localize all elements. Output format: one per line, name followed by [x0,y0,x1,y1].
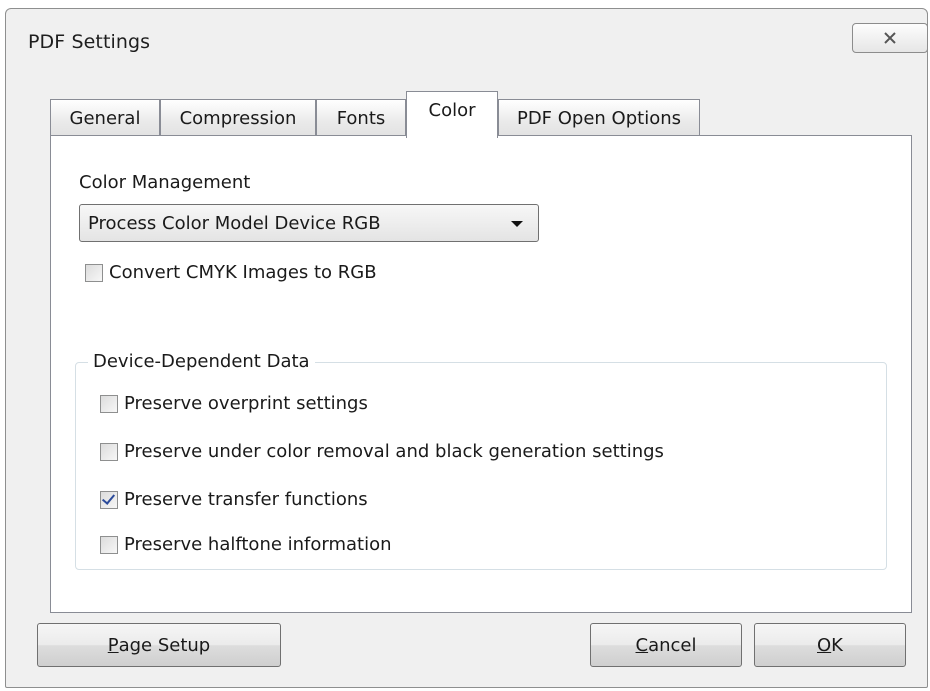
preserve-halftone-label: Preserve halftone information [124,534,392,555]
ok-mnemonic: O [817,634,832,656]
group-title: Device-Dependent Data [88,351,315,372]
preserve-halftone-option[interactable]: Preserve halftone information [100,534,392,555]
preserve-overprint-option[interactable]: Preserve overprint settings [100,393,368,414]
convert-cmyk-option[interactable]: Convert CMYK Images to RGB [85,262,377,283]
chevron-down-icon [511,221,523,227]
pdf-settings-dialog: PDF Settings General Compression Fonts C… [5,8,928,688]
dialog-title: PDF Settings [28,31,151,53]
color-management-select[interactable]: Process Color Model Device RGB [79,204,539,242]
page-setup-label: age Setup [118,634,211,656]
tab-general[interactable]: General [50,99,160,136]
ok-label: K [831,634,843,656]
tab-pdf-open-options[interactable]: PDF Open Options [498,99,700,136]
page-setup-mnemonic: P [107,634,119,656]
preserve-overprint-label: Preserve overprint settings [124,393,368,414]
preserve-transfer-checkbox[interactable] [100,490,118,509]
tab-fonts[interactable]: Fonts [316,99,406,136]
preserve-ucr-bg-option[interactable]: Preserve under color removal and black g… [100,441,664,462]
preserve-ucr-bg-label: Preserve under color removal and black g… [124,441,664,462]
convert-cmyk-checkbox[interactable] [85,263,103,282]
ok-button[interactable]: OK [754,623,906,667]
tab-color[interactable]: Color [406,91,498,138]
cancel-label: ancel [648,634,697,656]
preserve-transfer-option[interactable]: Preserve transfer functions [100,489,368,510]
color-management-label: Color Management [79,172,251,193]
cancel-button[interactable]: Cancel [590,623,742,667]
page-setup-button[interactable]: Page Setup [37,623,281,667]
close-icon [884,32,896,44]
preserve-halftone-checkbox[interactable] [100,535,118,554]
device-dependent-data-group: Device-Dependent Data Preserve overprint… [75,351,887,570]
preserve-overprint-checkbox[interactable] [100,394,118,413]
preserve-ucr-bg-checkbox[interactable] [100,442,118,461]
preserve-transfer-label: Preserve transfer functions [124,489,368,510]
color-tab-page: Color Management Process Color Model Dev… [50,135,912,613]
color-management-value: Process Color Model Device RGB [88,213,381,234]
tab-compression[interactable]: Compression [160,99,316,136]
close-button[interactable] [852,23,928,53]
cancel-mnemonic: C [635,634,649,656]
convert-cmyk-label: Convert CMYK Images to RGB [109,262,377,283]
